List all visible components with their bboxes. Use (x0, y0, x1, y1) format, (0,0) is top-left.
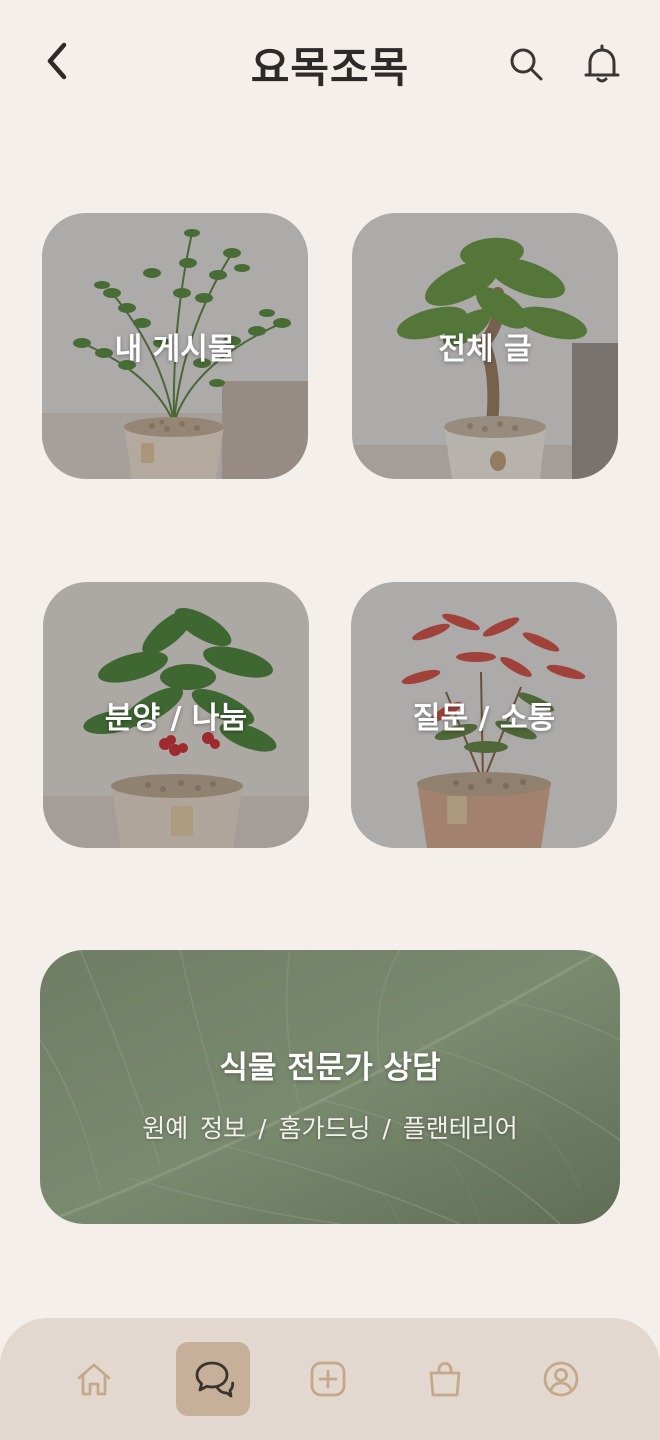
home-icon (77, 1363, 111, 1396)
top-header: 요목조목 (0, 0, 660, 130)
nav-home[interactable] (57, 1342, 131, 1416)
banner-title: 식물 전문가 상담 (219, 1050, 441, 1086)
bottom-navigation (0, 1318, 660, 1440)
my-posts-label: 내 게시물 (114, 332, 236, 367)
add-square-icon (310, 1361, 346, 1397)
adoption-sharing-tile[interactable]: 분양 / 나눔 (43, 582, 309, 848)
all-posts-label: 전체 글 (438, 332, 532, 367)
shopping-bag-icon (429, 1362, 461, 1397)
adoption-sharing-label: 분양 / 나눔 (104, 701, 248, 736)
search-icon (510, 48, 543, 81)
community-screen: 요목조목 내 게시물 전체 글 분양 / 나눔 질문 / 소통 식물 전문가 상… (0, 0, 660, 1440)
nav-profile[interactable] (524, 1342, 598, 1416)
bell-icon (584, 44, 620, 83)
banner-subtitle: 원예 정보 / 홈가드닝 / 플랜테리어 (142, 1114, 518, 1143)
expert-consult-banner[interactable]: 식물 전문가 상담 원예 정보 / 홈가드닝 / 플랜테리어 (40, 950, 620, 1224)
all-posts-tile[interactable]: 전체 글 (352, 213, 618, 479)
page-title: 요목조목 (250, 43, 410, 92)
nav-shop[interactable] (408, 1342, 482, 1416)
my-posts-tile[interactable]: 내 게시물 (42, 213, 308, 479)
chat-bubbles-icon (195, 1361, 234, 1398)
question-talk-label: 질문 / 소통 (412, 701, 556, 736)
notification-button[interactable] (578, 40, 626, 88)
profile-icon (543, 1361, 579, 1397)
search-button[interactable] (502, 40, 550, 88)
nav-community[interactable] (176, 1342, 250, 1416)
question-talk-tile[interactable]: 질문 / 소통 (351, 582, 617, 848)
nav-write[interactable] (291, 1342, 365, 1416)
